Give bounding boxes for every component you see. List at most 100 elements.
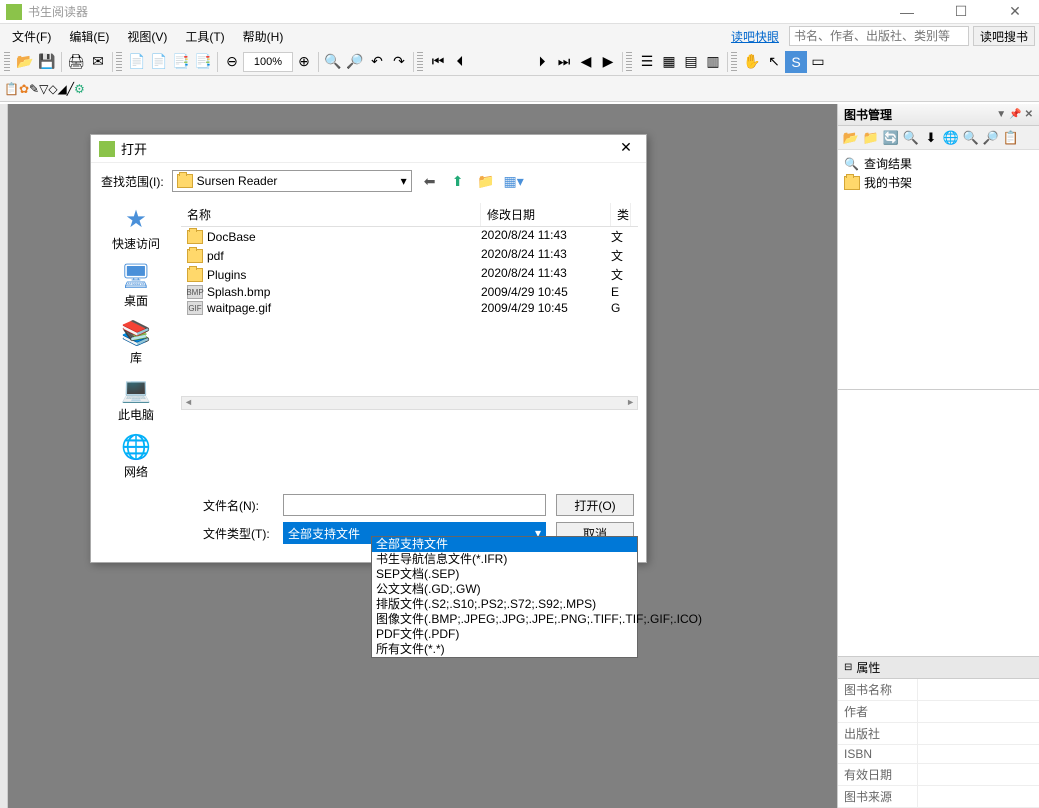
magnify-minus-icon[interactable]: 🔎 bbox=[344, 51, 366, 73]
select-s-icon[interactable]: S bbox=[785, 51, 807, 73]
toolbar-grip[interactable] bbox=[116, 52, 122, 72]
file-row[interactable]: DocBase2020/8/24 11:43文 bbox=[181, 227, 638, 246]
file-row[interactable]: Plugins2020/8/24 11:43文 bbox=[181, 265, 638, 284]
search-input[interactable] bbox=[789, 26, 969, 46]
menu-file[interactable]: 文件(F) bbox=[4, 26, 59, 47]
first-page-icon[interactable]: ⏮ bbox=[427, 51, 449, 73]
place-quick-access[interactable]: ★ 快速访问 bbox=[112, 205, 160, 252]
menu-edit[interactable]: 编辑(E) bbox=[61, 26, 117, 47]
col-date[interactable]: 修改日期 bbox=[481, 203, 611, 226]
toolbar-grip[interactable] bbox=[4, 52, 10, 72]
menu-view[interactable]: 视图(V) bbox=[119, 26, 175, 47]
line-icon[interactable]: ╱ bbox=[67, 82, 74, 96]
ptool-zoom-icon[interactable]: 🔍 bbox=[962, 129, 980, 147]
ptool-refresh-icon[interactable]: 🔄 bbox=[882, 129, 900, 147]
zoom-input[interactable] bbox=[243, 52, 293, 72]
page3-icon[interactable]: 📑 bbox=[192, 51, 214, 73]
col-name[interactable]: 名称 bbox=[181, 203, 481, 226]
page-icon[interactable]: 📄 bbox=[126, 51, 148, 73]
rotate-left-icon[interactable]: ↶ bbox=[366, 51, 388, 73]
maximize-button[interactable]: ☐ bbox=[943, 2, 979, 22]
quick-link[interactable]: 读吧快眼 bbox=[731, 28, 779, 45]
pen-icon[interactable]: ✎ bbox=[29, 82, 39, 96]
lookin-combo[interactable]: Sursen Reader ▾ bbox=[172, 170, 412, 192]
eraser-icon[interactable]: ◇ bbox=[48, 82, 57, 96]
filetype-option[interactable]: 书生导航信息文件(*.IFR) bbox=[372, 552, 637, 567]
view-menu-icon[interactable]: ▦▾ bbox=[504, 171, 524, 191]
rotate-right-icon[interactable]: ↷ bbox=[388, 51, 410, 73]
ptool-download-icon[interactable]: ⬇ bbox=[922, 129, 940, 147]
menu-tools[interactable]: 工具(T) bbox=[177, 26, 232, 47]
filetype-option[interactable]: PDF文件(.PDF) bbox=[372, 627, 637, 642]
file-row[interactable]: BMPSplash.bmp2009/4/29 10:45E bbox=[181, 284, 638, 300]
toolbar-grip[interactable] bbox=[731, 52, 737, 72]
zoom-in-icon[interactable]: ⊕ bbox=[293, 51, 315, 73]
layout4-icon[interactable]: ▥ bbox=[702, 51, 724, 73]
panel-pin-icon[interactable]: 📌 bbox=[1009, 109, 1021, 120]
dialog-titlebar[interactable]: 打开 ✕ bbox=[91, 135, 646, 163]
filetype-option[interactable]: 排版文件(.S2;.S10;.PS2;.S72;.S92;.MPS) bbox=[372, 597, 637, 612]
open-button[interactable]: 打开(O) bbox=[556, 494, 634, 516]
layout2-icon[interactable]: ▦ bbox=[658, 51, 680, 73]
search-button[interactable]: 读吧搜书 bbox=[973, 26, 1035, 46]
ptool-search-icon[interactable]: 🔍 bbox=[902, 129, 920, 147]
pages-icon[interactable]: 📄 bbox=[148, 51, 170, 73]
close-button[interactable]: ✕ bbox=[997, 2, 1033, 22]
toolbar-grip[interactable] bbox=[626, 52, 632, 72]
filename-input[interactable] bbox=[283, 494, 546, 516]
filetype-option[interactable]: 全部支持文件 bbox=[372, 537, 637, 552]
place-library[interactable]: 📚 库 bbox=[120, 319, 152, 366]
highlight-icon[interactable]: ▽ bbox=[39, 82, 48, 96]
shape-icon[interactable]: ◢ bbox=[58, 82, 67, 96]
filetype-option[interactable]: SEP文档(.SEP) bbox=[372, 567, 637, 582]
tree-item-my-shelf[interactable]: 我的书架 bbox=[842, 173, 1035, 192]
horizontal-scrollbar[interactable] bbox=[181, 396, 638, 410]
ptool-view-icon[interactable]: 📋 bbox=[1002, 129, 1020, 147]
filetype-option[interactable]: 图像文件(.BMP;.JPEG;.JPG;.JPE;.PNG;.TIFF;.TI… bbox=[372, 612, 637, 627]
filetype-option[interactable]: 公文文档(.GD;.GW) bbox=[372, 582, 637, 597]
panel-close-icon[interactable]: ✕ bbox=[1025, 109, 1033, 120]
text-tool-icon[interactable]: ▭ bbox=[807, 51, 829, 73]
place-desktop[interactable]: 🖥 桌面 bbox=[120, 262, 152, 309]
settings-icon[interactable]: ⚙ bbox=[74, 82, 85, 96]
ptool-folder-icon[interactable]: 📁 bbox=[862, 129, 880, 147]
file-row[interactable]: GIFwaitpage.gif2009/4/29 10:45G bbox=[181, 300, 638, 316]
nav-left-icon[interactable]: ◀ bbox=[575, 51, 597, 73]
place-network[interactable]: 🌐 网络 bbox=[120, 433, 152, 480]
save-icon[interactable]: 💾 bbox=[36, 51, 58, 73]
up-icon[interactable]: ⬆ bbox=[448, 171, 468, 191]
toolbar-grip[interactable] bbox=[417, 52, 423, 72]
last-page-icon[interactable]: ⏭ bbox=[553, 51, 575, 73]
place-computer[interactable]: 💻 此电脑 bbox=[118, 376, 154, 423]
col-type[interactable]: 类 bbox=[611, 203, 631, 226]
open-icon[interactable]: 📂 bbox=[14, 51, 36, 73]
page2-icon[interactable]: 📑 bbox=[170, 51, 192, 73]
minimize-button[interactable]: — bbox=[889, 2, 925, 22]
new-folder-icon[interactable]: 📁 bbox=[476, 171, 496, 191]
nav-right-icon[interactable]: ▶ bbox=[597, 51, 619, 73]
tree-item-search-results[interactable]: 🔍 查询结果 bbox=[842, 154, 1035, 173]
layout3-icon[interactable]: ▤ bbox=[680, 51, 702, 73]
mail-icon[interactable]: ✉ bbox=[87, 51, 109, 73]
ptool-open-icon[interactable]: 📂 bbox=[842, 129, 860, 147]
filetype-dropdown[interactable]: 全部支持文件书生导航信息文件(*.IFR)SEP文档(.SEP)公文文档(.GD… bbox=[371, 536, 638, 658]
file-row[interactable]: pdf2020/8/24 11:43文 bbox=[181, 246, 638, 265]
zoom-out-icon[interactable]: ⊖ bbox=[221, 51, 243, 73]
filetype-option[interactable]: 所有文件(*.*) bbox=[372, 642, 637, 657]
next-page-icon[interactable]: ⏵ bbox=[531, 51, 553, 73]
stamp-icon[interactable]: ✿ bbox=[19, 82, 29, 96]
hand-icon[interactable]: ✋ bbox=[741, 51, 763, 73]
prev-page-icon[interactable]: ⏴ bbox=[449, 51, 471, 73]
ptool-globe-icon[interactable]: 🌐 bbox=[942, 129, 960, 147]
note-icon[interactable]: 📋 bbox=[4, 82, 19, 96]
magnify-plus-icon[interactable]: 🔍 bbox=[322, 51, 344, 73]
layout1-icon[interactable]: ☰ bbox=[636, 51, 658, 73]
menu-help[interactable]: 帮助(H) bbox=[235, 26, 292, 47]
ptool-find-icon[interactable]: 🔎 bbox=[982, 129, 1000, 147]
pointer-icon[interactable]: ↖ bbox=[763, 51, 785, 73]
print-icon[interactable]: 🖨 bbox=[65, 51, 87, 73]
dialog-close-icon[interactable]: ✕ bbox=[614, 139, 638, 159]
props-header[interactable]: ⊟ 属性 bbox=[838, 657, 1039, 679]
back-icon[interactable]: ⬅ bbox=[420, 171, 440, 191]
panel-dropdown-icon[interactable]: ▼ bbox=[996, 109, 1006, 120]
